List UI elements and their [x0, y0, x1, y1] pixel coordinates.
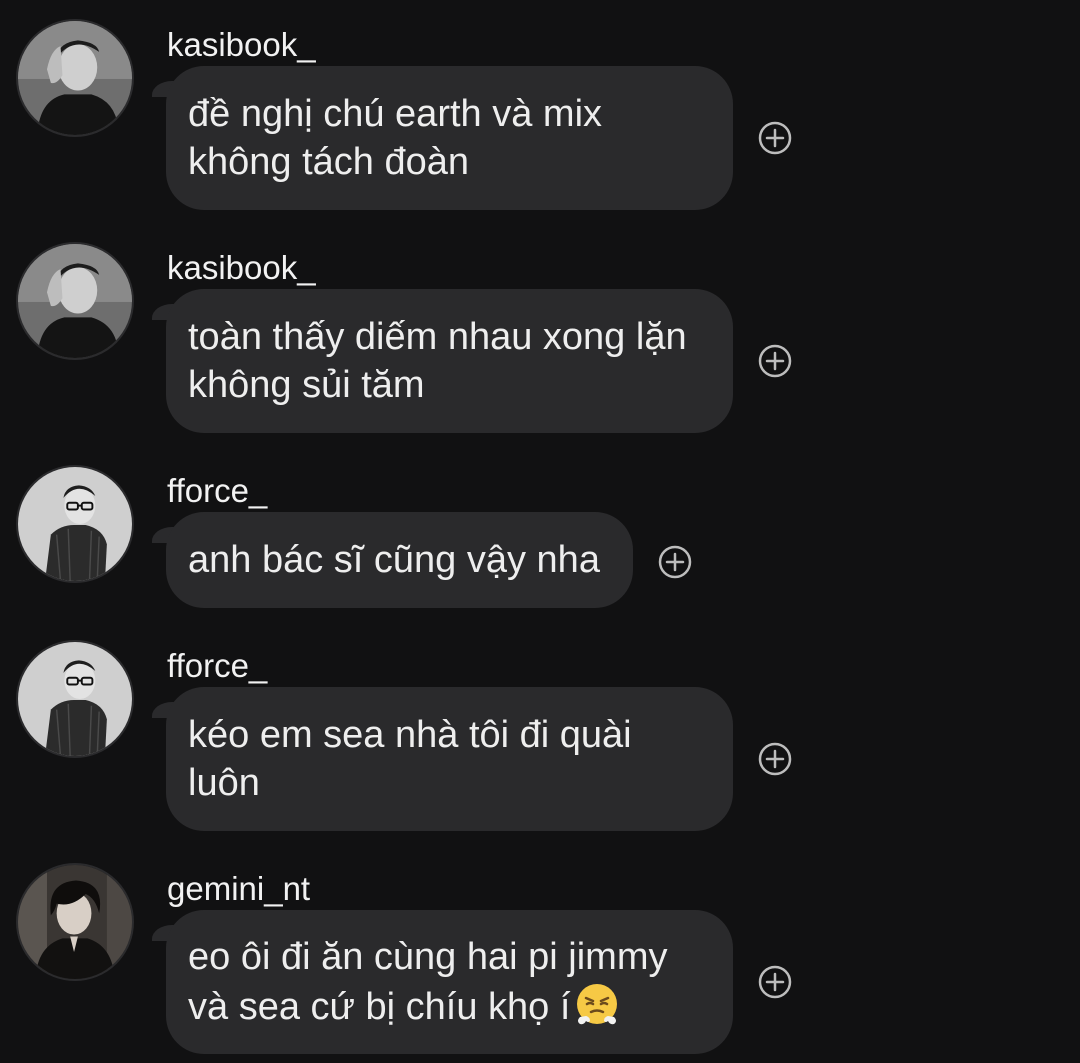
add-reaction-icon[interactable] [757, 741, 793, 777]
message-text: kéo em sea nhà tôi đi quài luôn [188, 714, 632, 804]
message-text: toàn thấy diếm nhau xong lặn không sủi t… [188, 316, 687, 406]
add-reaction-icon[interactable] [657, 544, 693, 580]
add-reaction-icon[interactable] [757, 120, 793, 156]
username[interactable]: kasibook_ [167, 248, 316, 288]
message-bubble[interactable]: kéo em sea nhà tôi đi quài luôn [166, 687, 733, 831]
avatar[interactable] [16, 465, 134, 583]
message-item: kasibook_ đề nghị chú earth và mix không… [0, 19, 1080, 214]
add-reaction-icon[interactable] [757, 964, 793, 1000]
username[interactable]: fforce_ [167, 646, 267, 686]
chat-thread: kasibook_ đề nghị chú earth và mix không… [0, 0, 1080, 1063]
message-text: anh bác sĩ cũng vậy nha [188, 539, 600, 581]
message-item: fforce_ kéo em sea nhà tôi đi quài luôn [0, 640, 1080, 835]
avatar[interactable] [16, 863, 134, 981]
username[interactable]: fforce_ [167, 471, 267, 511]
message-bubble[interactable]: đề nghị chú earth và mix không tách đoàn [166, 66, 733, 210]
message-text: eo ôi đi ăn cùng hai pi jimmy và sea cứ … [188, 933, 667, 1031]
username[interactable]: gemini_nt [167, 869, 310, 909]
message-bubble[interactable]: eo ôi đi ăn cùng hai pi jimmy và sea cứ … [166, 910, 733, 1054]
message-item: gemini_nt eo ôi đi ăn cùng hai pi jimmy … [0, 863, 1080, 1058]
add-reaction-icon[interactable] [757, 343, 793, 379]
message-bubble[interactable]: toàn thấy diếm nhau xong lặn không sủi t… [166, 289, 733, 433]
face-with-steam-from-nose-icon [577, 984, 618, 1025]
message-bubble[interactable]: anh bác sĩ cũng vậy nha [166, 512, 633, 608]
message-item: fforce_ anh bác sĩ cũng vậy nha [0, 465, 1080, 610]
avatar[interactable] [16, 19, 134, 137]
message-item: kasibook_ toàn thấy diếm nhau xong lặn k… [0, 242, 1080, 437]
message-text: đề nghị chú earth và mix không tách đoàn [188, 93, 603, 183]
avatar[interactable] [16, 640, 134, 758]
username[interactable]: kasibook_ [167, 25, 316, 65]
avatar[interactable] [16, 242, 134, 360]
